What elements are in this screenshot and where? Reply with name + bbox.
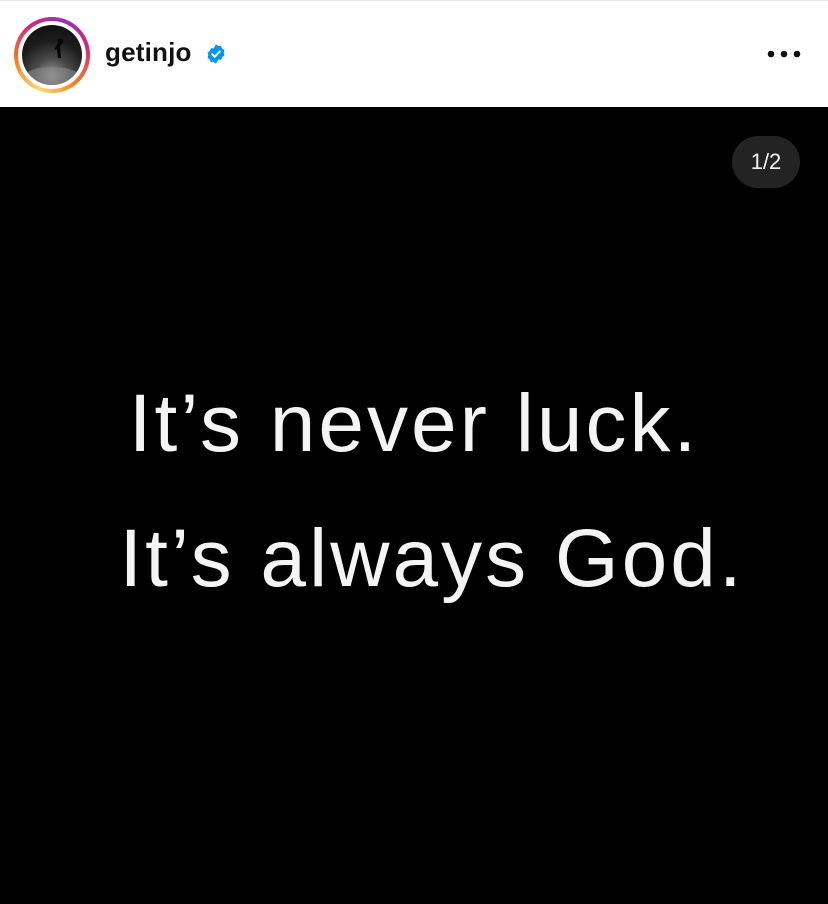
more-options-button[interactable]: [760, 39, 808, 69]
post-header: getinjo: [0, 0, 828, 107]
more-options-icon: [767, 50, 801, 58]
username-link[interactable]: getinjo: [105, 37, 192, 68]
avatar-image: [24, 38, 80, 85]
slide-counter: 1/2: [732, 136, 800, 188]
post-image[interactable]: 1/2 It’s never luck. It’s always God.: [0, 107, 828, 904]
story-ring[interactable]: [14, 17, 90, 93]
quote-line-1: It’s never luck.: [128, 378, 700, 469]
avatar-border: [18, 21, 86, 89]
avatar[interactable]: [22, 25, 82, 85]
quote-line-2: It’s always God.: [119, 513, 745, 604]
verified-badge-icon: [207, 44, 225, 64]
